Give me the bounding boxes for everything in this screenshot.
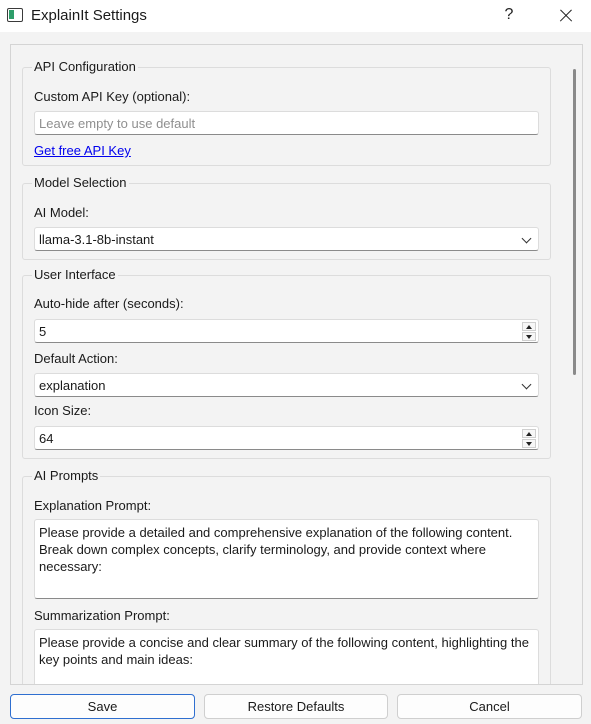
- vertical-scrollbar[interactable]: [568, 45, 582, 684]
- decrement-icon[interactable]: [522, 332, 536, 341]
- window-title: ExplainIt Settings: [31, 7, 147, 24]
- settings-dialog: ExplainIt Settings ? API Configuration C…: [0, 0, 591, 724]
- title-bar: ExplainIt Settings ?: [0, 0, 591, 32]
- decrement-icon[interactable]: [522, 439, 536, 448]
- ai-model-label: AI Model:: [34, 205, 89, 220]
- ai-prompts-group: AI Prompts Explanation Prompt: Please pr…: [22, 468, 551, 684]
- api-key-field[interactable]: [34, 111, 539, 135]
- restore-defaults-button[interactable]: Restore Defaults: [204, 694, 388, 719]
- chevron-down-icon: [521, 233, 532, 244]
- api-key-input[interactable]: [35, 112, 538, 134]
- app-icon: [7, 8, 23, 22]
- default-action-select[interactable]: explanation: [34, 373, 539, 397]
- api-configuration-group: API Configuration Custom API Key (option…: [22, 59, 551, 166]
- icon-size-label: Icon Size:: [34, 403, 92, 418]
- cancel-button[interactable]: Cancel: [397, 694, 582, 719]
- save-button[interactable]: Save: [10, 694, 195, 719]
- icon-size-value: 64: [39, 431, 54, 446]
- api-key-label: Custom API Key (optional):: [34, 89, 191, 104]
- chevron-down-icon: [521, 379, 532, 390]
- close-icon[interactable]: [550, 0, 580, 32]
- ai-model-select[interactable]: llama-3.1-8b-instant: [34, 227, 539, 251]
- default-action-label: Default Action:: [34, 351, 118, 366]
- explanation-prompt-textarea[interactable]: Please provide a detailed and comprehens…: [34, 519, 539, 599]
- group-title: Model Selection: [32, 175, 129, 190]
- group-title: User Interface: [32, 267, 118, 282]
- spin-buttons[interactable]: [522, 429, 536, 448]
- model-selection-group: Model Selection AI Model: llama-3.1-8b-i…: [22, 175, 551, 260]
- group-title: AI Prompts: [32, 468, 101, 483]
- explanation-prompt-label: Explanation Prompt:: [34, 498, 152, 513]
- autohide-spinbox[interactable]: 5: [34, 319, 539, 343]
- help-button[interactable]: ?: [496, 0, 522, 32]
- settings-scroll-area[interactable]: API Configuration Custom API Key (option…: [10, 44, 583, 685]
- user-interface-group: User Interface Auto-hide after (seconds)…: [22, 267, 551, 459]
- get-api-key-link[interactable]: Get free API Key: [34, 143, 131, 158]
- autohide-label: Auto-hide after (seconds):: [34, 296, 184, 311]
- icon-size-spinbox[interactable]: 64: [34, 426, 539, 450]
- summarization-prompt-textarea[interactable]: Please provide a concise and clear summa…: [34, 629, 539, 684]
- scrollbar-thumb[interactable]: [573, 69, 576, 375]
- increment-icon[interactable]: [522, 429, 536, 438]
- default-action-value: explanation: [39, 378, 106, 393]
- group-title: API Configuration: [32, 59, 138, 74]
- autohide-value: 5: [39, 324, 47, 339]
- ai-model-value: llama-3.1-8b-instant: [39, 232, 154, 247]
- increment-icon[interactable]: [522, 322, 536, 331]
- summarization-prompt-label: Summarization Prompt:: [34, 608, 170, 623]
- spin-buttons[interactable]: [522, 322, 536, 341]
